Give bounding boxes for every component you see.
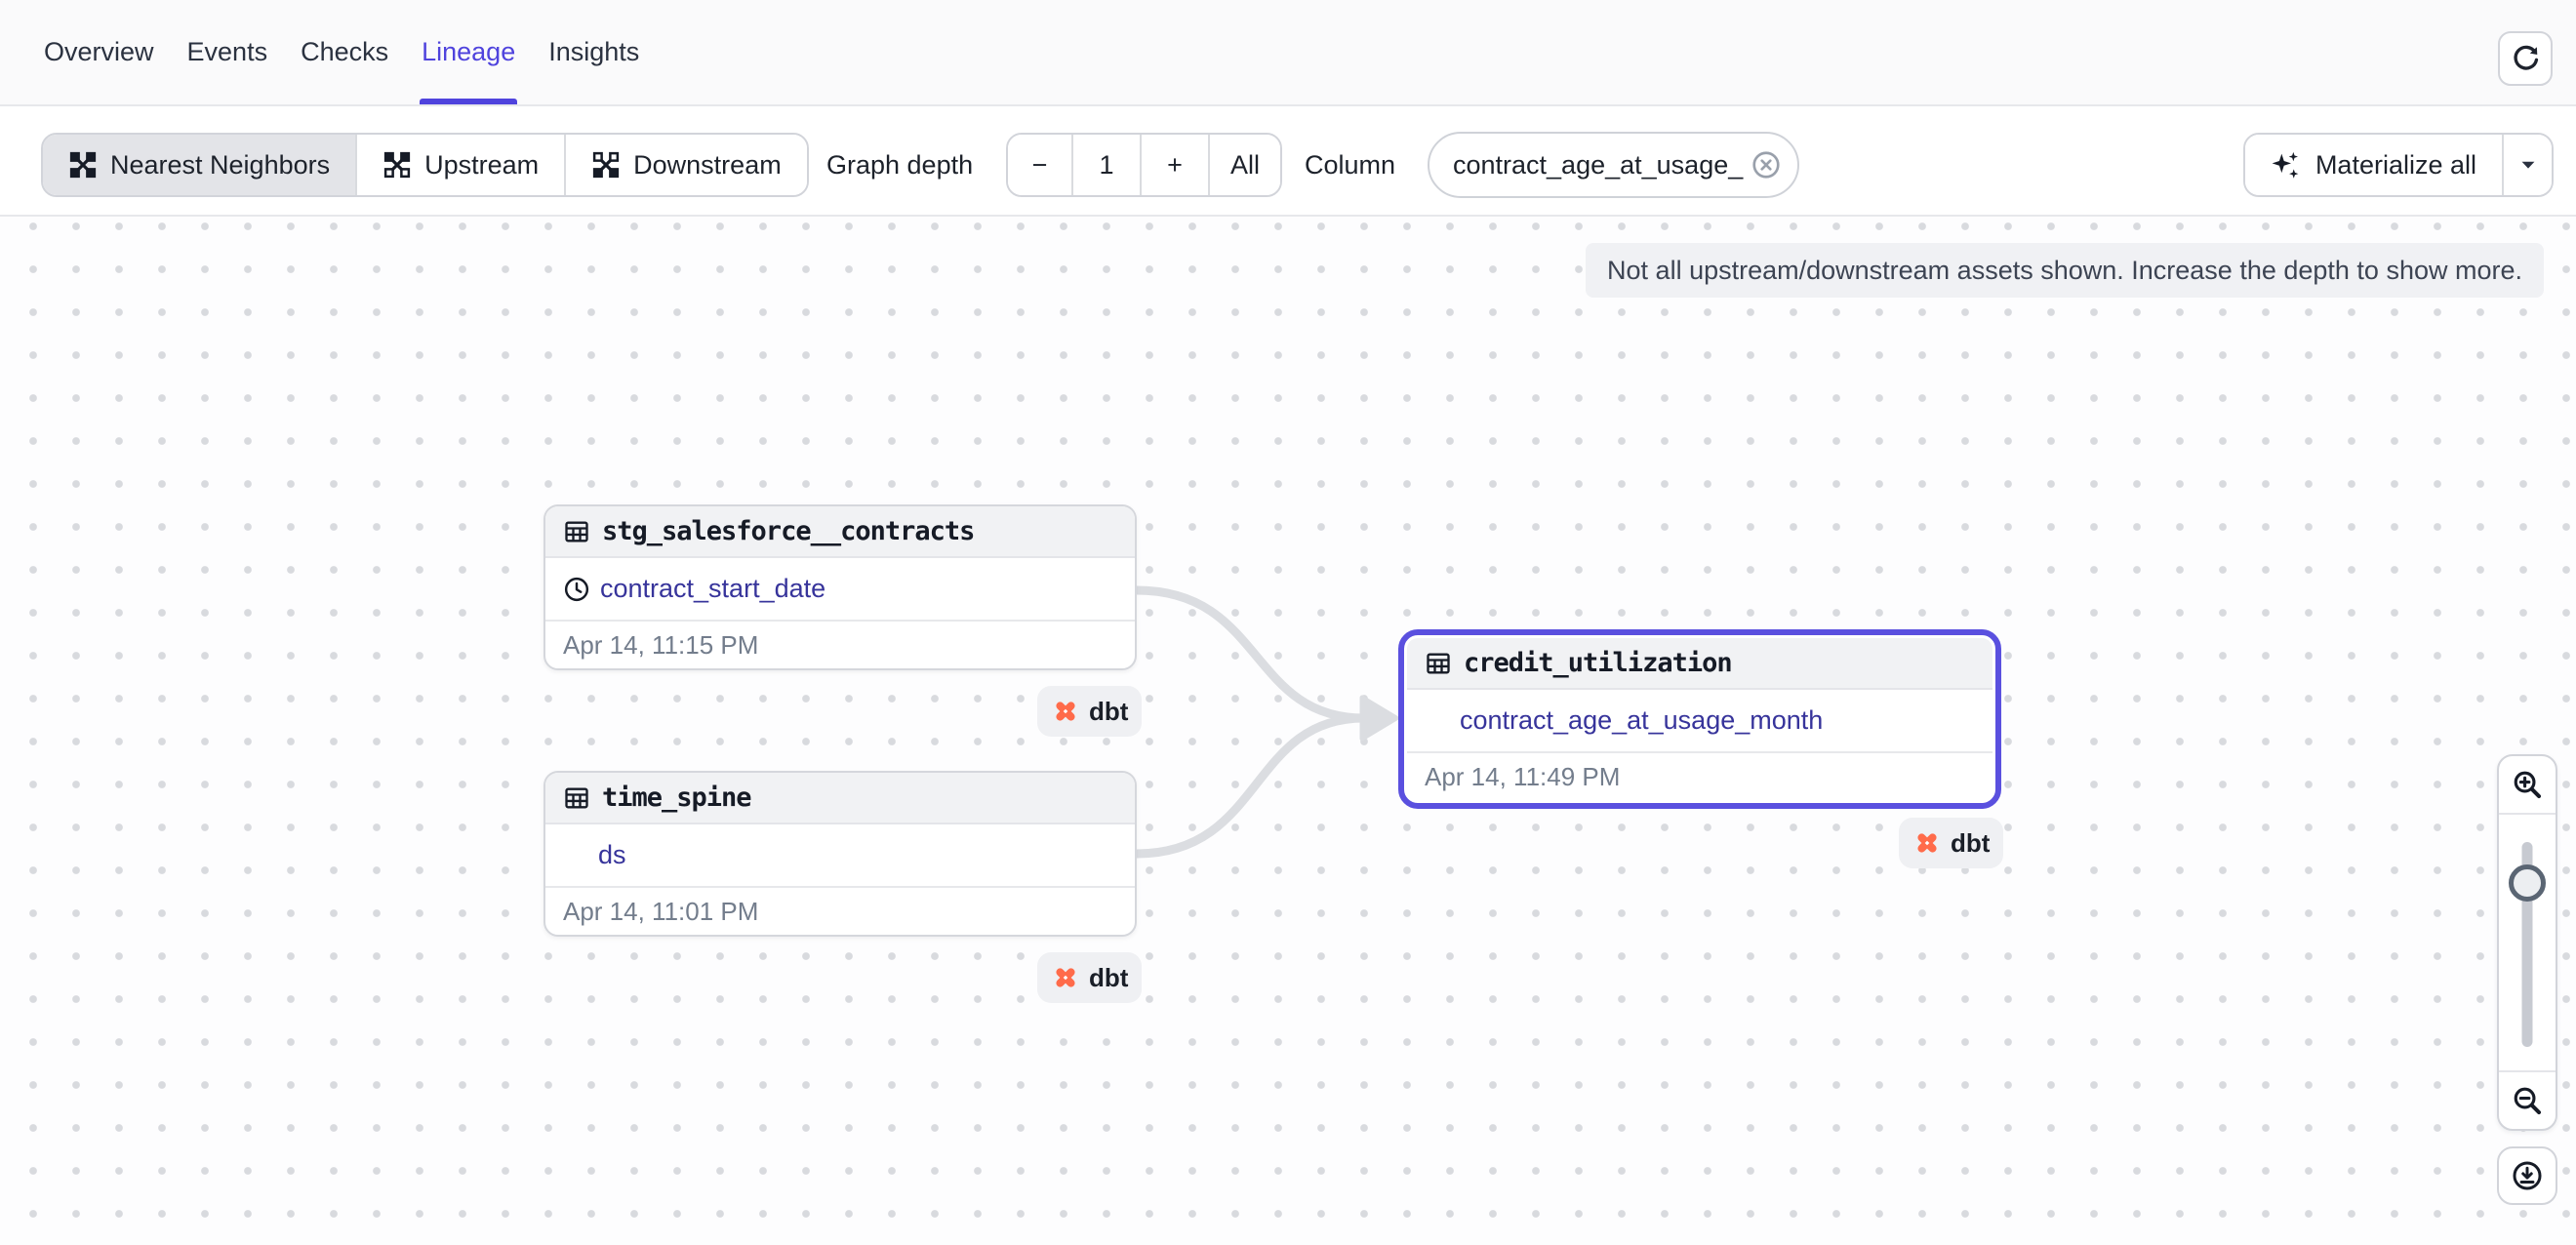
column-filter-chip[interactable]: contract_age_at_usage_ (1428, 132, 1799, 198)
asset-node-header: stg_salesforce__contracts (545, 506, 1135, 558)
column-link[interactable]: ds (598, 840, 626, 870)
column-link[interactable]: contract_start_date (600, 574, 825, 604)
materialize-all-button[interactable]: Materialize all (2245, 135, 2502, 195)
lineage-toolbar: Nearest Neighbors Upstream Downstream Gr… (0, 106, 2576, 217)
asset-timestamp: Apr 14, 11:15 PM (545, 620, 1135, 668)
column-filter-value: contract_age_at_usage_ (1453, 150, 1743, 181)
depth-all-button[interactable]: All (1208, 135, 1280, 195)
asset-node-header: credit_utilization (1407, 638, 1992, 690)
tab-overview[interactable]: Overview (44, 0, 154, 104)
table-icon (563, 518, 590, 545)
dbt-badge: dbt (1037, 686, 1142, 737)
upstream-graph-icon (382, 150, 412, 180)
dbt-logo-icon (1051, 963, 1080, 992)
depth-increase-button[interactable]: + (1140, 135, 1208, 195)
depth-decrease-button[interactable]: − (1008, 135, 1071, 195)
asset-title: time_spine (602, 783, 751, 813)
asset-node-time-spine[interactable]: time_spine ds Apr 14, 11:01 PM (543, 771, 1137, 937)
asset-timestamp: Apr 14, 11:49 PM (1407, 751, 1992, 800)
tab-events[interactable]: Events (187, 0, 268, 104)
depth-value: 1 (1071, 135, 1140, 195)
download-circle-icon (2511, 1159, 2544, 1192)
table-icon (1425, 650, 1452, 677)
zoom-in-button[interactable] (2499, 756, 2556, 813)
dbt-badge: dbt (1037, 952, 1142, 1003)
zoom-slider-thumb[interactable] (2509, 864, 2546, 902)
caret-down-icon (2517, 154, 2539, 176)
view-mode-nearest-neighbors[interactable]: Nearest Neighbors (43, 135, 355, 195)
clock-icon (563, 576, 590, 603)
active-tab-underline (420, 99, 517, 104)
zoom-out-icon (2511, 1084, 2544, 1117)
asset-title: stg_salesforce__contracts (602, 516, 974, 546)
view-mode-downstream[interactable]: Downstream (564, 135, 807, 195)
nearest-neighbors-graph-icon (68, 150, 98, 180)
asset-node-credit-utilization-selected[interactable]: credit_utilization contract_age_at_usage… (1398, 629, 2001, 809)
graph-depth-label: Graph depth (826, 133, 973, 197)
tab-insights[interactable]: Insights (548, 0, 639, 104)
downstream-graph-icon (591, 150, 621, 180)
column-label: Column (1305, 133, 1395, 197)
view-mode-switcher: Nearest Neighbors Upstream Downstream (41, 133, 809, 197)
zoom-control-panel (2497, 754, 2557, 1131)
dbt-badge: dbt (1899, 818, 2003, 868)
view-mode-upstream[interactable]: Upstream (355, 135, 564, 195)
tabs: Overview Events Checks Lineage Insights (44, 0, 639, 104)
asset-node-header: time_spine (545, 773, 1135, 824)
asset-column-row: contract_age_at_usage_month (1407, 690, 1992, 751)
page-tab-bar: Overview Events Checks Lineage Insights (0, 0, 2576, 106)
lineage-edges (0, 219, 2576, 1245)
clear-column-filter-icon[interactable] (1751, 149, 1782, 181)
dbt-logo-icon (1051, 697, 1080, 726)
sparkles-icon (2271, 149, 2302, 181)
asset-column-row: ds (545, 824, 1135, 886)
zoom-in-icon (2511, 768, 2544, 801)
download-view-button[interactable] (2497, 1146, 2557, 1205)
materialize-button-group: Materialize all (2243, 133, 2554, 197)
tab-checks[interactable]: Checks (301, 0, 388, 104)
graph-depth-stepper: − 1 + All (1006, 133, 1282, 197)
asset-column-row: contract_start_date (545, 558, 1135, 620)
dbt-logo-icon (1912, 828, 1942, 858)
asset-node-stg-salesforce-contracts[interactable]: stg_salesforce__contracts contract_start… (543, 504, 1137, 670)
asset-timestamp: Apr 14, 11:01 PM (545, 886, 1135, 935)
refresh-icon (2510, 43, 2541, 74)
zoom-slider-area (2499, 813, 2556, 1072)
refresh-button[interactable] (2498, 31, 2553, 86)
lineage-canvas[interactable]: Not all upstream/downstream assets shown… (0, 219, 2576, 1245)
asset-title: credit_utilization (1464, 648, 1732, 678)
zoom-out-button[interactable] (2499, 1072, 2556, 1129)
tab-lineage[interactable]: Lineage (422, 0, 515, 104)
column-link[interactable]: contract_age_at_usage_month (1460, 705, 1823, 736)
table-icon (563, 784, 590, 812)
materialize-dropdown-button[interactable] (2502, 135, 2552, 195)
depth-notice: Not all upstream/downstream assets shown… (1586, 243, 2544, 298)
